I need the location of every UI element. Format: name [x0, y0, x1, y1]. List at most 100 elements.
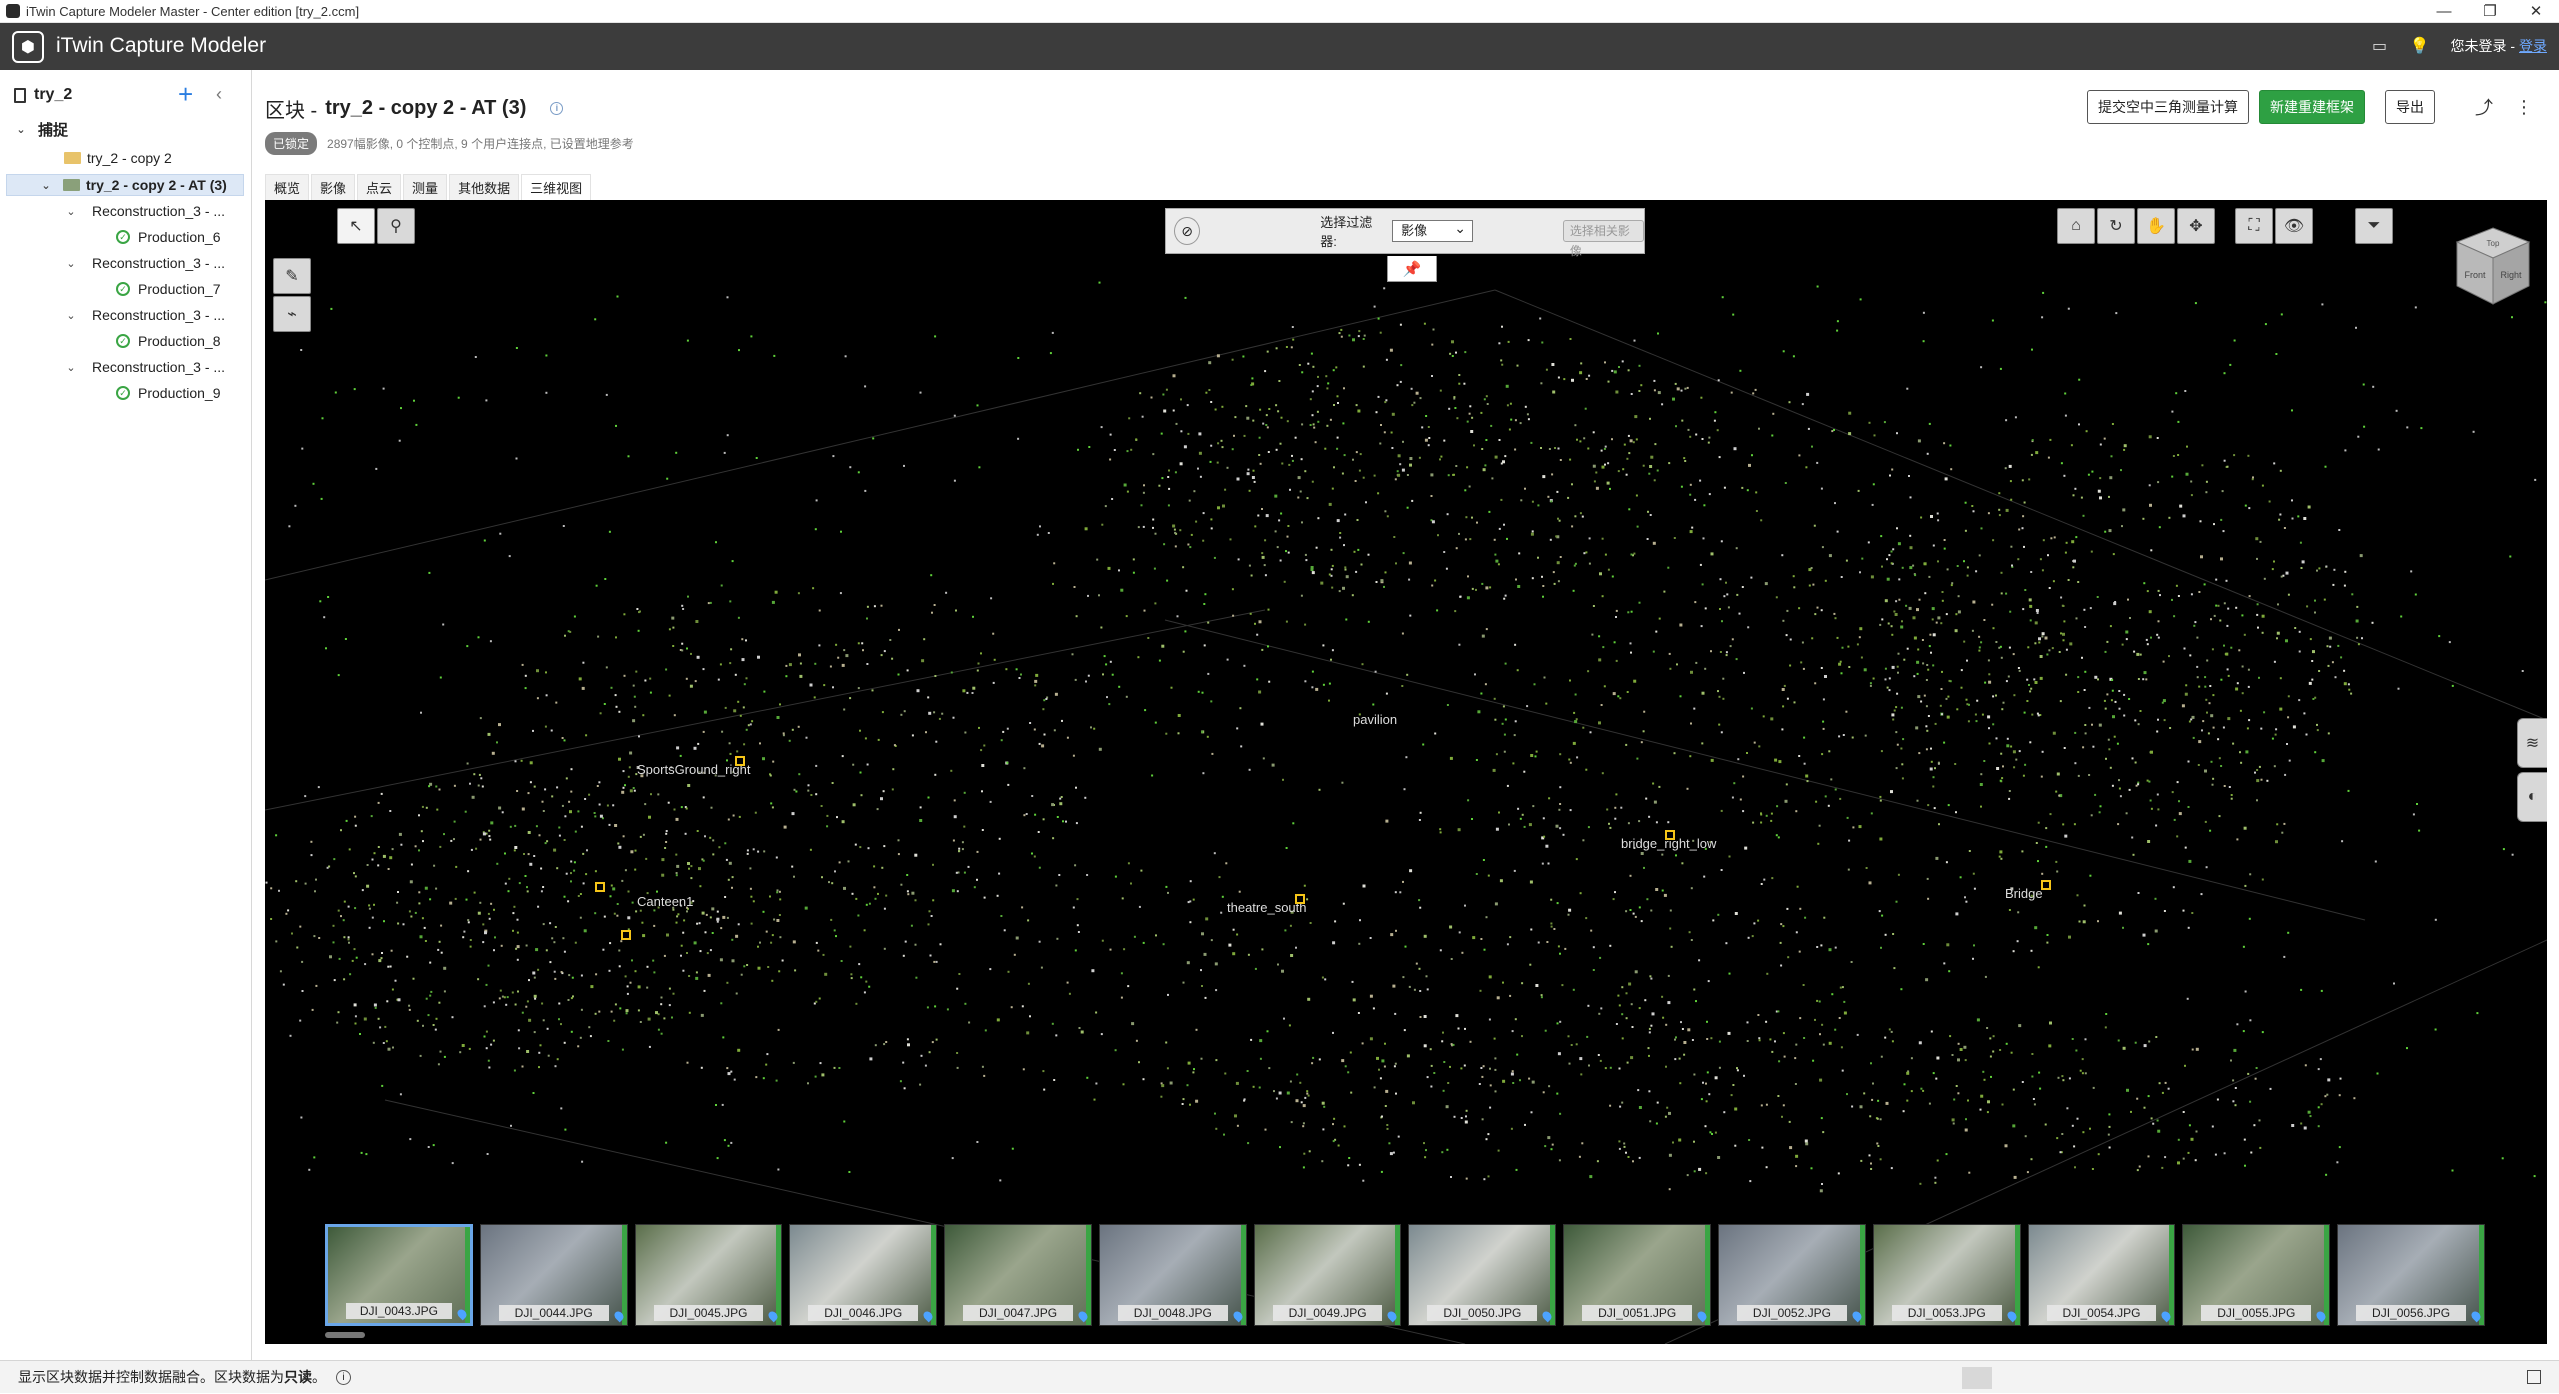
tree-item-block-selected[interactable]: ⌄ try_2 - copy 2 - AT (3): [6, 174, 244, 196]
filter-tool-group: ⏷: [2355, 208, 2393, 244]
3d-viewport[interactable]: ↖ ⚲ ✎ ⌁ ⊘ 选择过滤器: 影像 选择相关影像 📌 ⌂ ↻ ✋ ✥ ⛶ 👁…: [265, 200, 2547, 1344]
maximize-button[interactable]: ❐: [2467, 0, 2513, 23]
photo-thumbnail[interactable]: DJI_0045.JPG: [634, 1224, 783, 1326]
select-arrow-icon[interactable]: ↖: [337, 208, 375, 244]
window-layout-icon[interactable]: ▭: [2371, 37, 2389, 55]
gcp-marker[interactable]: [1295, 894, 1305, 904]
chevron-down-icon[interactable]: ⌄: [14, 123, 28, 136]
check-circle-icon: ✓: [116, 282, 130, 296]
tab-photos[interactable]: 影像: [311, 174, 356, 201]
photo-thumbnail[interactable]: DJI_0048.JPG: [1098, 1224, 1247, 1326]
globe-icon[interactable]: ◐: [2517, 772, 2547, 822]
select-related-photos-button[interactable]: 选择相关影像: [1562, 220, 1644, 258]
project-sidebar: try_2 + ‹ ⌄ 捕捉 try_2 - copy 2 ⌄ try_2 - …: [0, 70, 252, 1360]
photo-thumbnail[interactable]: DJI_0047.JPG: [944, 1224, 1092, 1326]
gcp-marker[interactable]: [621, 930, 631, 940]
photo-thumbnail[interactable]: DJI_0056.JPG: [2337, 1224, 2485, 1326]
tab-other-data[interactable]: 其他数据: [449, 174, 520, 201]
minimize-button[interactable]: —: [2421, 0, 2467, 23]
photo-thumbnail[interactable]: DJI_0043.JPG: [325, 1224, 473, 1326]
photo-status-stripe: [1705, 1225, 1711, 1325]
gcp-marker[interactable]: [595, 882, 605, 892]
add-item-button[interactable]: +: [178, 81, 193, 107]
measure-pencil-icon[interactable]: ✎: [273, 258, 311, 294]
gcp-marker[interactable]: [2041, 880, 2051, 890]
photo-thumbnail[interactable]: DJI_0055.JPG: [2182, 1224, 2331, 1326]
share-icon[interactable]: ⤴: [2469, 90, 2499, 124]
photo-name: DJI_0045.JPG: [653, 1305, 764, 1321]
chevron-down-icon[interactable]: ⌄: [64, 205, 78, 218]
tab-survey[interactable]: 测量: [403, 174, 448, 201]
bulb-icon[interactable]: 💡: [2410, 37, 2430, 55]
export-button[interactable]: 导出: [2385, 90, 2435, 124]
tab-3d-view[interactable]: 三维视图: [521, 174, 592, 201]
pin-toolbar-icon[interactable]: 📌: [1387, 256, 1437, 282]
photo-status-stripe: [2014, 1225, 2020, 1325]
layers-icon[interactable]: ≋: [2517, 718, 2547, 768]
pan-hand-icon[interactable]: ✋: [2137, 208, 2175, 244]
photo-status-stripe: [2324, 1225, 2330, 1325]
filter-clear-icon[interactable]: ⊘: [1174, 217, 1201, 245]
info-icon[interactable]: i: [336, 1369, 351, 1385]
rotate-icon[interactable]: ↻: [2097, 208, 2135, 244]
tree-item-reconstruction[interactable]: ⌄ Reconstruction_3 - ...: [64, 304, 225, 326]
tree-item-production[interactable]: ✓ Production_8: [116, 330, 221, 352]
close-button[interactable]: ✕: [2513, 0, 2559, 23]
collapse-sidebar-button[interactable]: ‹: [216, 84, 222, 105]
point-cloud-canvas[interactable]: [265, 200, 2547, 1344]
panel-toggle-icon[interactable]: [2527, 1370, 2541, 1384]
photo-status-stripe: [621, 1225, 627, 1325]
chevron-down-icon[interactable]: ⌄: [39, 179, 53, 192]
tree-item-folder[interactable]: try_2 - copy 2: [64, 147, 172, 169]
tree-item-reconstruction[interactable]: ⌄ Reconstruction_3 - ...: [64, 200, 225, 222]
block-status-row: 已锁定 2897幅影像, 0 个控制点, 9 个用户连接点, 已设置地理参考: [265, 132, 634, 155]
photo-thumbnail[interactable]: DJI_0049.JPG: [1253, 1224, 1402, 1326]
new-reconstruction-button[interactable]: 新建重建框架: [2259, 90, 2365, 124]
fit-view-icon[interactable]: ⛶: [2235, 208, 2273, 244]
tree-item-production[interactable]: ✓ Production_9: [116, 382, 221, 404]
filter-funnel-icon[interactable]: ⏷: [2355, 208, 2393, 244]
login-status: 您未登录 - 登录: [2450, 38, 2547, 54]
chevron-down-icon[interactable]: ⌄: [64, 257, 78, 270]
tree-item-reconstruction[interactable]: ⌄ Reconstruction_3 - ...: [64, 252, 225, 274]
photo-thumbnail[interactable]: DJI_0052.JPG: [1718, 1224, 1866, 1326]
visibility-eye-icon[interactable]: 👁: [2275, 208, 2313, 244]
chart-icon[interactable]: ⌁: [273, 296, 311, 332]
filmstrip-scrollbar[interactable]: [325, 1332, 365, 1338]
tree-group-capture[interactable]: ⌄ 捕捉: [14, 118, 68, 140]
chevron-down-icon[interactable]: ⌄: [64, 309, 78, 322]
zoom-search-icon[interactable]: ⚲: [377, 208, 415, 244]
submit-aerotriangulation-button[interactable]: 提交空中三角测量计算: [2087, 90, 2249, 124]
photo-thumbnail[interactable]: DJI_0053.JPG: [1872, 1224, 2021, 1326]
tab-pointcloud[interactable]: 点云: [357, 174, 402, 201]
gcp-label: Canteen1: [637, 894, 694, 909]
tree-item-production[interactable]: ✓ Production_6: [116, 226, 221, 248]
filter-select[interactable]: 影像: [1392, 218, 1473, 242]
project-title[interactable]: try_2: [14, 86, 72, 104]
photo-thumbnail[interactable]: DJI_0050.JPG: [1408, 1224, 1557, 1326]
photo-status-stripe: [1395, 1225, 1401, 1325]
tree-item-reconstruction[interactable]: ⌄ Reconstruction_3 - ...: [64, 356, 225, 378]
view-tool-group: ⌂ ↻ ✋ ✥: [2057, 208, 2215, 244]
home-icon[interactable]: ⌂: [2057, 208, 2095, 244]
more-menu-icon[interactable]: ⋮: [2509, 90, 2539, 124]
login-link[interactable]: 登录: [2519, 38, 2547, 54]
navigation-cube[interactable]: Top Front Right: [2453, 220, 2533, 310]
gcp-marker[interactable]: [735, 756, 745, 766]
tree-item-production[interactable]: ✓ Production_7: [116, 278, 221, 300]
chevron-down-icon[interactable]: ⌄: [64, 361, 78, 374]
walk-icon[interactable]: ✥: [2177, 208, 2215, 244]
app-icon: [6, 4, 20, 18]
status-indicator: [1962, 1367, 1992, 1389]
photo-thumbnail[interactable]: DJI_0054.JPG: [2027, 1224, 2176, 1326]
check-circle-icon: ✓: [116, 386, 130, 400]
gcp-marker[interactable]: [1665, 830, 1675, 840]
photo-thumbnail[interactable]: DJI_0046.JPG: [789, 1224, 938, 1326]
photo-name: DJI_0048.JPG: [1117, 1305, 1228, 1321]
photo-name: DJI_0051.JPG: [1582, 1305, 1693, 1321]
photo-thumbnail[interactable]: DJI_0044.JPG: [479, 1224, 628, 1326]
info-icon[interactable]: i: [550, 102, 564, 115]
photo-status-stripe: [1550, 1225, 1556, 1325]
photo-thumbnail[interactable]: DJI_0051.JPG: [1563, 1224, 1712, 1326]
tab-overview[interactable]: 概览: [265, 174, 310, 201]
